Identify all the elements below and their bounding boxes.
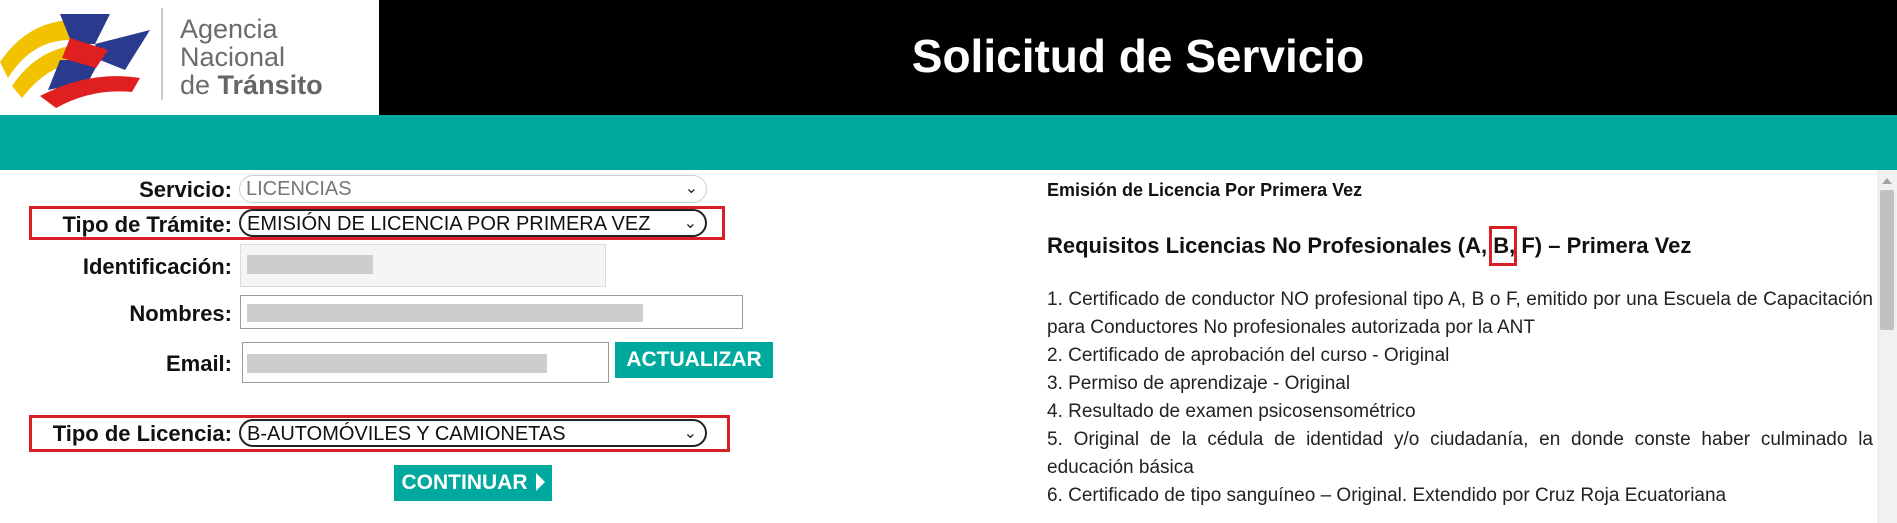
teal-band bbox=[0, 115, 1897, 170]
email-label: Email: bbox=[165, 351, 232, 376]
requirements-scrollbar[interactable] bbox=[1877, 170, 1897, 523]
tipo-licencia-label: Tipo de Licencia: bbox=[52, 421, 232, 446]
redacted-value bbox=[247, 255, 373, 274]
list-item: 6. Certificado de tipo sanguíneo – Origi… bbox=[1047, 485, 1727, 506]
agency-logo-icon bbox=[0, 14, 150, 108]
servicio-label: Servicio: bbox=[139, 177, 232, 202]
page-title: Solicitud de Servicio bbox=[911, 30, 1365, 82]
agency-logo: Agencia Nacional de Tránsito bbox=[0, 0, 379, 115]
identificacion-field bbox=[240, 244, 606, 287]
tipo-tramite-label: Tipo de Trámite: bbox=[62, 212, 232, 237]
scroll-up-arrow-icon[interactable] bbox=[1882, 178, 1892, 184]
agency-name-line3: de Tránsito bbox=[180, 71, 323, 99]
list-item: 5. Original de la cédula de identidad y/… bbox=[1047, 429, 1873, 478]
play-arrow-icon bbox=[535, 473, 545, 491]
tipo-licencia-select-value: B-AUTOMÓVILES Y CAMIONETAS bbox=[247, 423, 566, 445]
tramite-subtitle: Emisión de Licencia Por Primera Vez bbox=[1047, 180, 1363, 200]
requirements-list: 1. Certificado de conductor NO profesion… bbox=[1047, 286, 1873, 510]
agency-name: Agencia Nacional de Tránsito bbox=[180, 15, 323, 99]
actualizar-button[interactable]: ACTUALIZAR bbox=[615, 342, 773, 378]
license-type-highlight: B bbox=[1489, 226, 1518, 266]
list-item: 3. Permiso de aprendizaje - Original bbox=[1047, 373, 1351, 394]
continuar-button[interactable]: CONTINUAR bbox=[394, 465, 552, 501]
nombres-field[interactable] bbox=[240, 295, 743, 329]
redacted-value bbox=[247, 304, 643, 322]
header-bar: Agencia Nacional de Tránsito Solicitud d… bbox=[0, 0, 1897, 115]
tipo-tramite-select[interactable]: EMISIÓN DE LICENCIA POR PRIMERA VEZ ⌄ bbox=[239, 209, 707, 237]
continuar-button-label: CONTINUAR bbox=[401, 471, 528, 494]
requirements-panel: Emisión de Licencia Por Primera Vez Requ… bbox=[1047, 170, 1873, 523]
chevron-down-icon: ⌄ bbox=[684, 180, 698, 197]
requirements-heading-start: Requisitos Licencias No Profesionales (A… bbox=[1047, 233, 1494, 258]
list-item: 4. Resultado de examen psicosensométrico bbox=[1047, 401, 1416, 422]
agency-name-line2: Nacional bbox=[180, 42, 286, 72]
chevron-down-icon: ⌄ bbox=[683, 425, 697, 442]
list-item: 1. Certificado de conductor NO profesion… bbox=[1047, 289, 1873, 338]
chevron-down-icon: ⌄ bbox=[679, 211, 697, 235]
email-field[interactable] bbox=[242, 342, 609, 383]
tipo-tramite-select-value: EMISIÓN DE LICENCIA POR PRIMERA VEZ bbox=[247, 213, 651, 235]
agency-name-line1: Agencia bbox=[180, 14, 278, 44]
identificacion-label: Identificación: bbox=[82, 254, 232, 279]
agency-name-bold: Tránsito bbox=[217, 70, 323, 100]
requirements-heading: Requisitos Licencias No Profesionales (A… bbox=[1047, 226, 1692, 266]
servicio-select[interactable]: LICENCIAS ⌄ bbox=[239, 175, 707, 203]
requirements-heading-end: , F) – Primera Vez bbox=[1509, 233, 1692, 258]
servicio-select-value: LICENCIAS bbox=[246, 178, 352, 200]
list-item: 2. Certificado de aprobación del curso -… bbox=[1047, 345, 1450, 366]
nombres-label: Nombres: bbox=[129, 301, 232, 326]
scroll-thumb[interactable] bbox=[1880, 190, 1894, 330]
agency-name-prefix: de bbox=[180, 70, 218, 100]
tipo-licencia-select[interactable]: B-AUTOMÓVILES Y CAMIONETAS ⌄ bbox=[239, 419, 707, 447]
redacted-value bbox=[247, 354, 547, 373]
logo-divider bbox=[161, 8, 163, 100]
